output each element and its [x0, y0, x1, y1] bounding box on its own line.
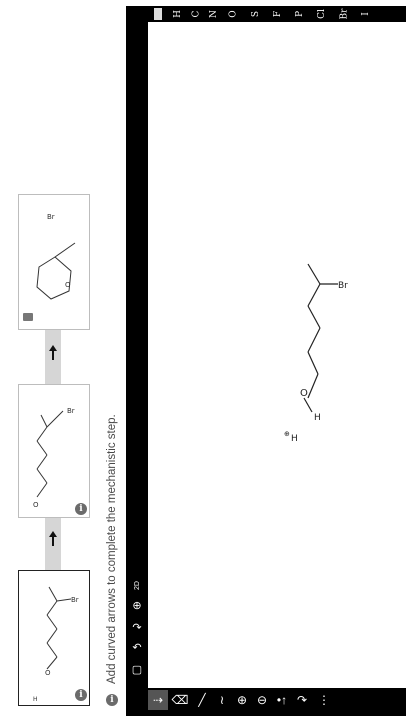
- bromide-label: Br: [47, 213, 55, 221]
- undo-icon[interactable]: ↶: [128, 638, 146, 656]
- select-icon[interactable]: ⇢: [148, 690, 168, 710]
- oxygen-label: O: [33, 501, 39, 509]
- step-3-structure: O Br: [36, 213, 76, 300]
- step-2-structure: O Br: [33, 407, 75, 509]
- oxygen-atom[interactable]: O: [300, 388, 308, 399]
- redo-icon[interactable]: ↷: [128, 618, 146, 636]
- element-o-button[interactable]: O: [226, 6, 242, 22]
- lock-icon: [23, 313, 33, 321]
- more-icon[interactable]: ⋮: [314, 690, 334, 710]
- proton-label: H: [33, 696, 38, 703]
- element-f-button[interactable]: F: [270, 6, 286, 22]
- mechanism-panel-step-2[interactable]: O Br i: [18, 384, 90, 518]
- chain-icon[interactable]: ≀: [212, 690, 232, 710]
- eraser-icon[interactable]: ⌫: [170, 690, 190, 710]
- bromine-label: Br: [71, 596, 79, 604]
- canvas-molecule: O H Br H ⊕: [284, 263, 348, 444]
- lone-pair-icon[interactable]: •↑: [272, 690, 292, 710]
- bond-icon[interactable]: ╱: [192, 690, 212, 710]
- hydrogen-atom[interactable]: H: [314, 413, 321, 423]
- info-icon[interactable]: i: [75, 689, 87, 701]
- element-cl-button[interactable]: Cl: [314, 6, 330, 22]
- arrow-up-icon: [49, 345, 57, 360]
- mechanism-panel-step-3[interactable]: O Br: [18, 194, 90, 330]
- arrow-up-icon: [49, 531, 57, 546]
- new-document-icon[interactable]: ▢: [128, 660, 146, 678]
- curved-arrow-icon[interactable]: ↷: [292, 690, 312, 710]
- element-c-button[interactable]: C: [188, 6, 204, 22]
- minus-charge-icon[interactable]: ⊖: [252, 690, 272, 710]
- bromine-atom[interactable]: Br: [338, 281, 348, 291]
- mechanism-panel-step-1[interactable]: O Br H i: [18, 570, 90, 706]
- element-p-button[interactable]: P: [292, 6, 308, 22]
- element-n-button[interactable]: N: [206, 6, 222, 22]
- bromine-label: Br: [67, 407, 75, 415]
- instructions-info-icon[interactable]: i: [106, 694, 118, 706]
- positive-charge: ⊕: [284, 430, 290, 438]
- zoom-icon[interactable]: ⊕: [128, 596, 146, 614]
- oxygen-label: O: [65, 281, 71, 289]
- element-i-button[interactable]: I: [358, 6, 374, 22]
- drawing-canvas[interactable]: O H Br H ⊕: [148, 22, 406, 688]
- element-h-button[interactable]: H: [170, 6, 186, 22]
- element-s-button[interactable]: S: [248, 6, 264, 22]
- oxygen-label: O: [45, 669, 51, 677]
- element-br-button[interactable]: Br: [336, 6, 352, 22]
- zoom-label[interactable]: 2D: [128, 576, 146, 594]
- plus-charge-icon[interactable]: ⊕: [232, 690, 252, 710]
- proton-atom[interactable]: H: [291, 434, 298, 444]
- info-icon[interactable]: i: [75, 503, 87, 515]
- periodic-table-icon[interactable]: [154, 8, 162, 20]
- step-1-structure: O Br H: [33, 586, 79, 703]
- instructions-text: Add curved arrows to complete the mechan…: [106, 414, 118, 684]
